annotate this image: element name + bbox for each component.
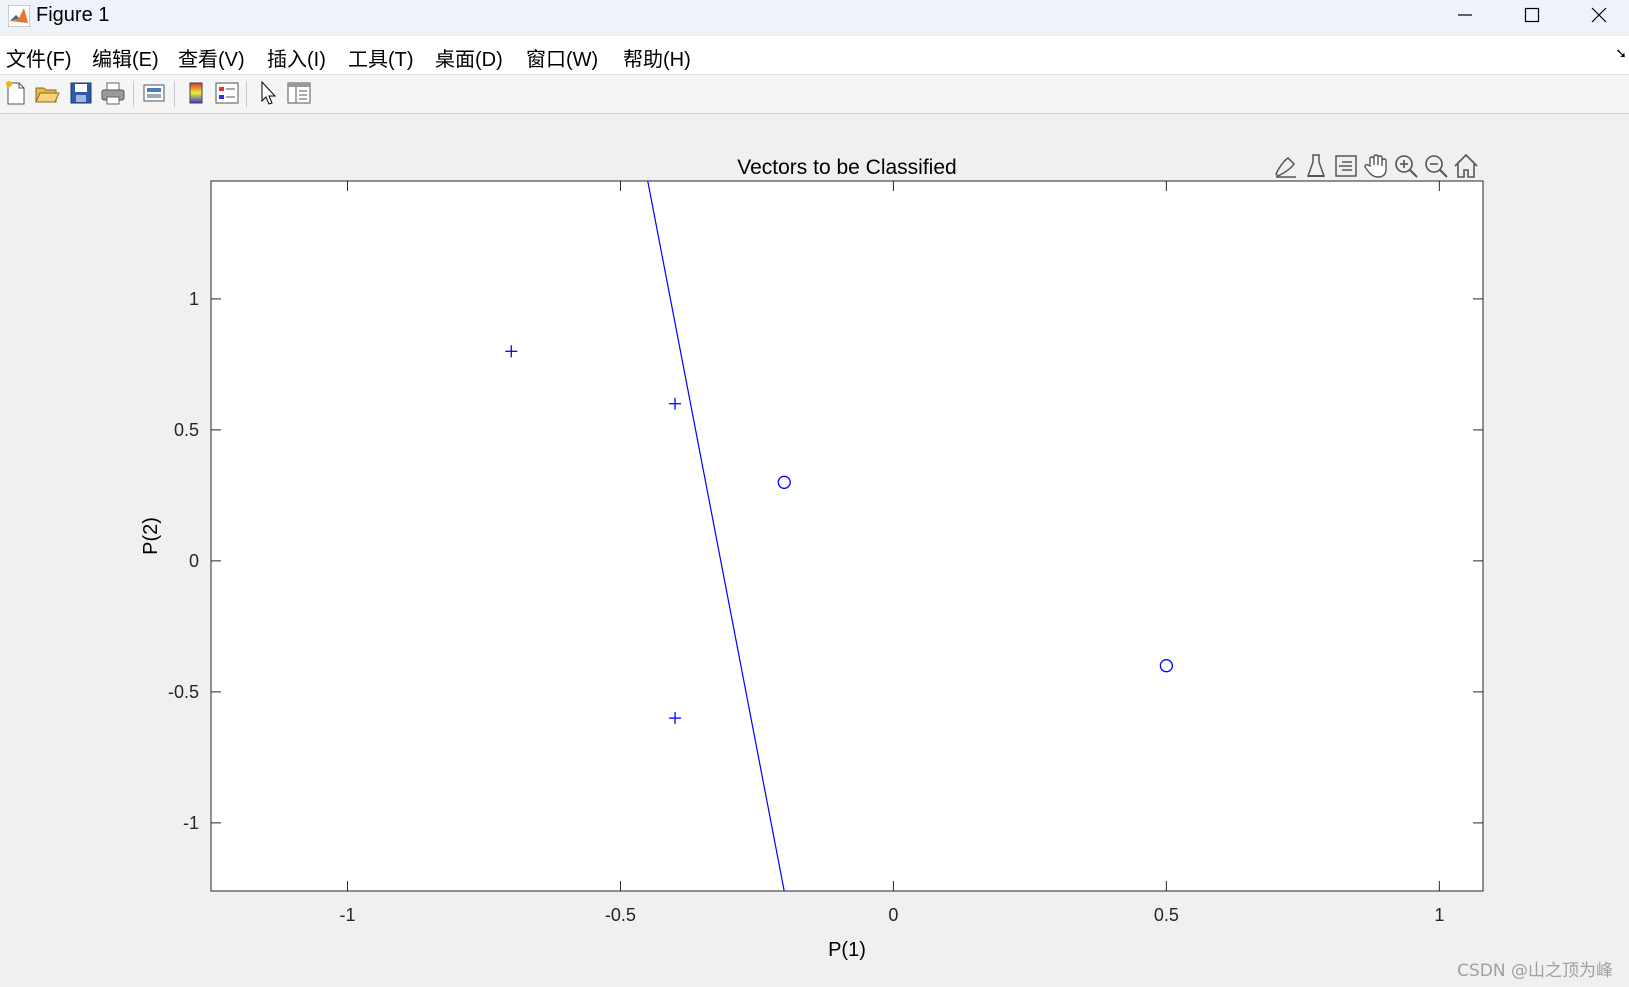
menu-bar: 文件(F) 编辑(E) 查看(V) 插入(I) 工具(T) 桌面(D) 窗口(W…	[0, 36, 1629, 75]
x-tick-label: 0	[888, 905, 898, 925]
y-tick-label: 0	[189, 551, 199, 571]
plot-svg: Vectors to be Classified P(1) P(2) -1 -0.…	[140, 156, 1484, 961]
figure-toolbar	[0, 75, 1629, 114]
minimize-icon	[1458, 14, 1472, 16]
brush-icon[interactable]	[1272, 152, 1300, 180]
axes-box[interactable]	[210, 180, 1484, 892]
link-plot-icon[interactable]	[140, 79, 168, 107]
pan-hand-icon[interactable]	[1362, 152, 1390, 180]
new-figure-icon[interactable]	[1, 79, 29, 107]
toolbar-separator	[174, 81, 175, 107]
y-tick-label: -1	[183, 813, 199, 833]
menu-file[interactable]: 文件(F)	[6, 41, 72, 74]
toolbar-separator	[133, 81, 134, 107]
menu-view[interactable]: 查看(V)	[178, 41, 245, 74]
zoom-in-icon[interactable]	[1392, 152, 1420, 180]
window-title: Figure 1	[36, 4, 110, 26]
zoom-out-icon[interactable]	[1422, 152, 1450, 180]
colorbar-icon[interactable]	[182, 79, 210, 107]
figure-canvas: Vectors to be Classified P(1) P(2) -1 -0.…	[0, 114, 1629, 987]
y-tick-label: 0.5	[174, 420, 199, 440]
legend-icon[interactable]	[213, 79, 241, 107]
menu-insert[interactable]: 插入(I)	[267, 41, 326, 74]
menu-help[interactable]: 帮助(H)	[623, 41, 691, 74]
watermark: CSDN @山之顶为峰	[1457, 961, 1613, 981]
data-tips-icon[interactable]	[1302, 152, 1330, 180]
menu-tools[interactable]: 工具(T)	[348, 41, 414, 74]
property-inspector-icon[interactable]	[285, 79, 313, 107]
menu-desktop[interactable]: 桌面(D)	[435, 41, 503, 74]
y-axis-label: P(2)	[140, 517, 162, 555]
minimize-button[interactable]	[1435, 0, 1495, 30]
maximize-icon	[1524, 7, 1540, 23]
toolbar-separator	[246, 81, 247, 107]
dock-arrow-icon[interactable]: ➘	[1615, 46, 1627, 62]
y-tick-label: -0.5	[168, 682, 199, 702]
x-tick-label: 1	[1434, 905, 1444, 925]
x-axis-label: P(1)	[828, 939, 866, 961]
restore-view-icon[interactable]	[1332, 152, 1360, 180]
home-icon[interactable]	[1452, 152, 1480, 180]
chart-title: Vectors to be Classified	[737, 156, 956, 179]
matlab-logo-icon	[8, 5, 30, 27]
y-tick-label: 1	[189, 289, 199, 309]
menu-edit[interactable]: 编辑(E)	[92, 41, 159, 74]
x-tick-label: -1	[339, 905, 355, 925]
save-icon[interactable]	[67, 79, 95, 107]
open-file-icon[interactable]	[33, 79, 61, 107]
menu-window[interactable]: 窗口(W)	[526, 41, 598, 74]
close-button[interactable]	[1569, 0, 1629, 30]
x-tick-label: 0.5	[1154, 905, 1179, 925]
edit-plot-arrow-icon[interactable]	[254, 79, 282, 107]
close-icon	[1591, 7, 1607, 23]
print-icon[interactable]	[99, 79, 127, 107]
maximize-button[interactable]	[1502, 0, 1562, 30]
title-bar: Figure 1	[0, 0, 1629, 34]
x-tick-label: -0.5	[605, 905, 636, 925]
